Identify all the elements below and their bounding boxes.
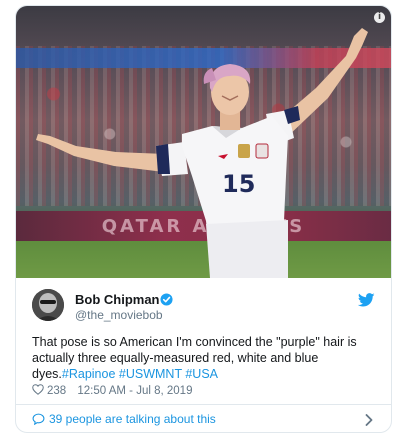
tweet-photo[interactable]: QATAR AIRWAYS 15 i <box>16 6 391 278</box>
tweet-meta: 238 12:50 AM - Jul 8, 2019 <box>32 384 192 398</box>
tweet-text: That pose is so American I'm convinced t… <box>32 334 377 382</box>
hashtag-uswmnt[interactable]: #USWMNT <box>119 367 182 381</box>
hashtag-usa[interactable]: #USA <box>185 367 218 381</box>
speech-bubble-icon <box>32 413 45 425</box>
twitter-bird-icon[interactable] <box>358 293 375 307</box>
tweet-timestamp[interactable]: 12:50 AM - Jul 8, 2019 <box>77 385 192 397</box>
hashtag-rapinoe[interactable]: #Rapinoe <box>62 367 116 381</box>
info-icon[interactable]: i <box>374 12 385 23</box>
author-handle[interactable]: @the_moviebob <box>75 308 163 322</box>
chevron-right-icon[interactable] <box>365 414 373 426</box>
player-figure: 15 <box>36 28 368 278</box>
tweet-card[interactable]: QATAR AIRWAYS 15 i Bob Chipman @the_movi… <box>15 5 392 433</box>
like-count[interactable]: 238 <box>47 385 66 397</box>
heart-icon[interactable] <box>32 384 44 395</box>
conversation-label[interactable]: 39 people are talking about this <box>49 412 216 426</box>
jersey-number: 15 <box>222 170 255 198</box>
conversation-link[interactable]: 39 people are talking about this <box>32 412 216 428</box>
author-name[interactable]: Bob Chipman <box>75 292 160 307</box>
divider <box>16 404 391 405</box>
avatar-photo <box>32 289 64 321</box>
avatar[interactable] <box>32 289 64 321</box>
verified-badge-icon <box>160 293 173 306</box>
